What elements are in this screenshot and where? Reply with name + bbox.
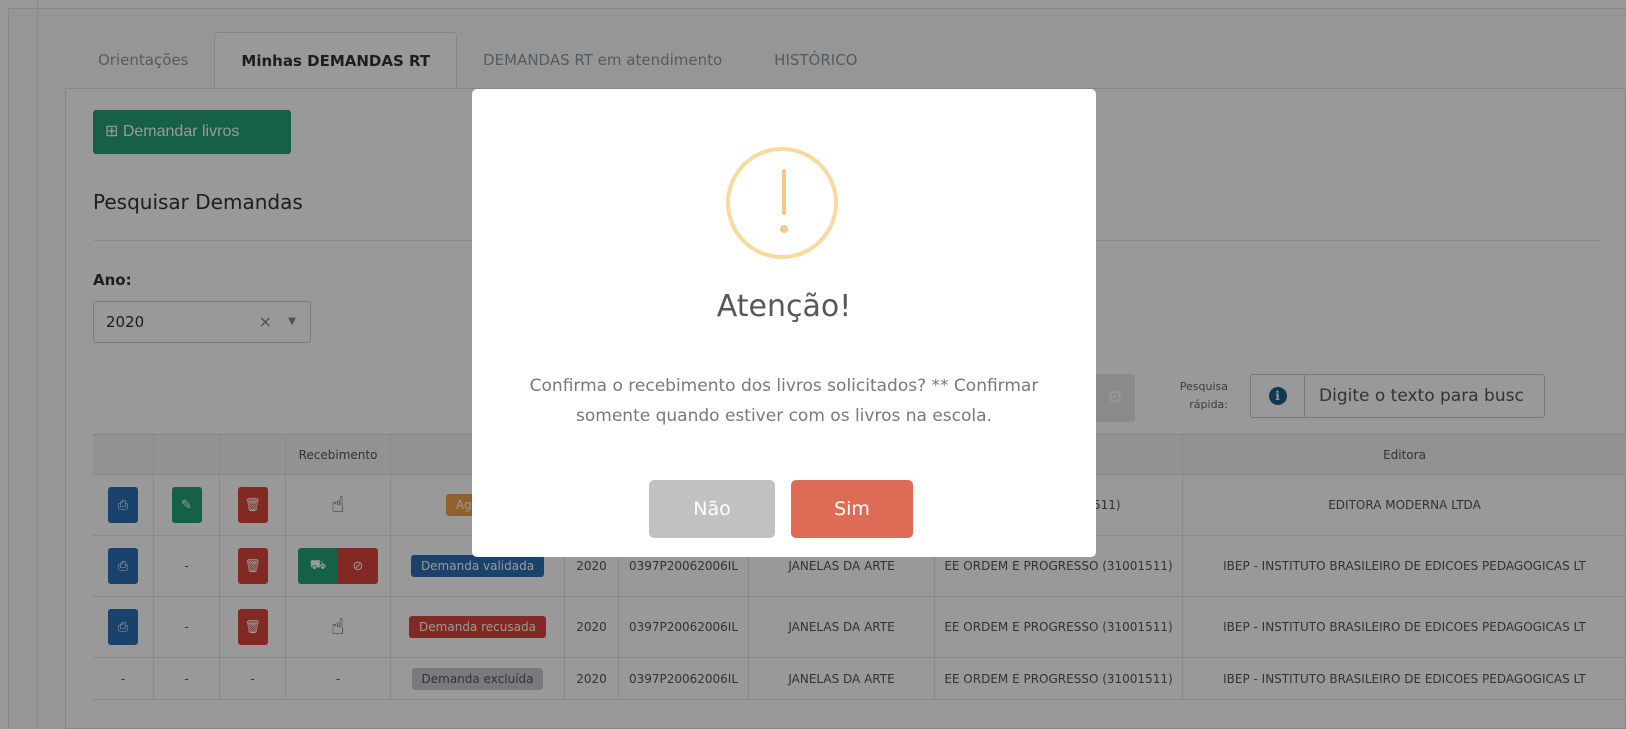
warning-icon-dot xyxy=(780,225,788,233)
cancel-button[interactable]: Não xyxy=(649,480,775,538)
warning-icon xyxy=(726,147,838,259)
modal-message: Confirma o recebimento dos livros solici… xyxy=(529,376,1039,426)
warning-icon-bar xyxy=(782,169,786,215)
confirm-modal: Atenção! Confirma o recebimento dos livr… xyxy=(472,89,1096,557)
modal-title: Atenção! xyxy=(716,289,852,324)
confirm-button[interactable]: Sim xyxy=(791,480,913,538)
